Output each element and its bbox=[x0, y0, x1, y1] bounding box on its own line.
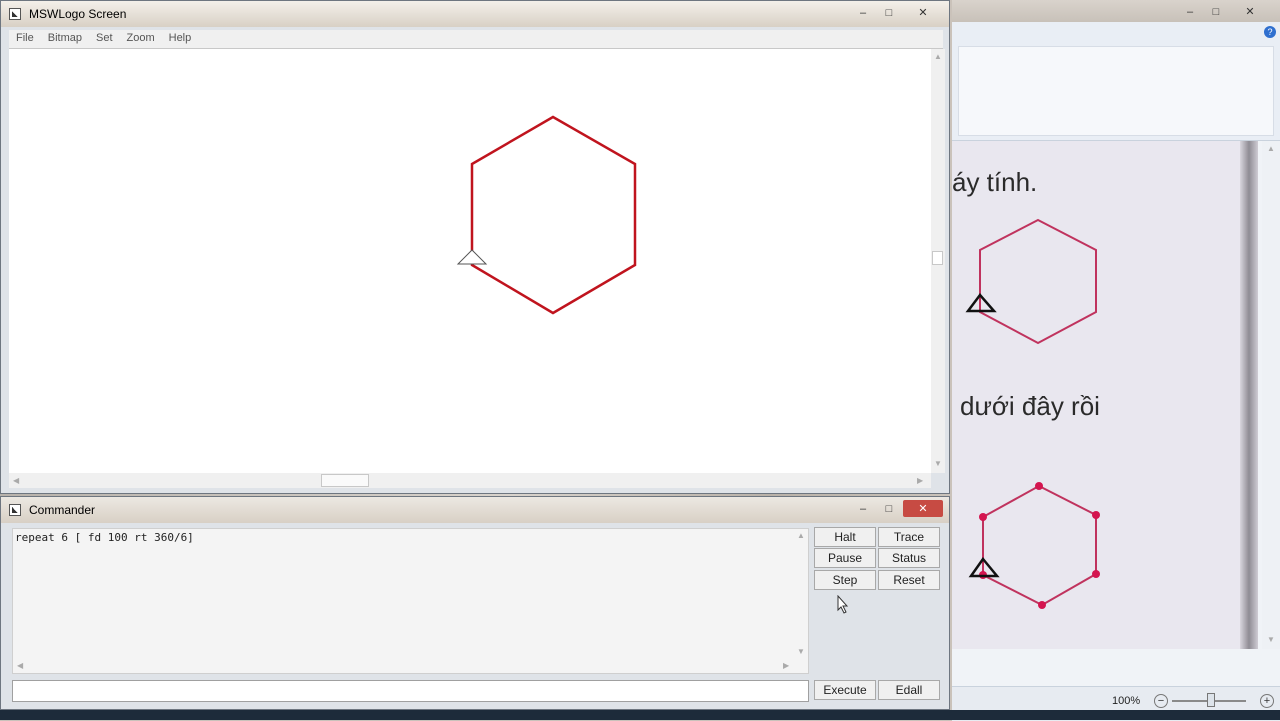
menu-help[interactable]: Help bbox=[162, 30, 199, 48]
turtle-graphics bbox=[456, 115, 637, 315]
menu-file[interactable]: File bbox=[9, 30, 41, 48]
command-input[interactable] bbox=[12, 680, 809, 702]
viewer-vertical-scrollbar[interactable]: ▲ ▼ bbox=[1262, 141, 1280, 649]
canvas-vertical-scrollbar[interactable]: ▲ ▼ bbox=[931, 49, 945, 473]
ribbon-pane bbox=[958, 46, 1274, 136]
commander-minimize-button[interactable]: – bbox=[851, 500, 875, 517]
minimize-button[interactable]: – bbox=[851, 4, 875, 21]
viewer-maximize-button[interactable]: □ bbox=[1204, 3, 1228, 20]
trace-button[interactable]: Trace bbox=[878, 527, 940, 547]
history-scroll-right-icon[interactable]: ▶ bbox=[783, 661, 789, 670]
history-entry[interactable]: repeat 6 [ fd 100 rt 360/6] bbox=[15, 531, 194, 544]
zoom-slider-thumb[interactable] bbox=[1207, 693, 1215, 707]
viewer-scroll-down-icon[interactable]: ▼ bbox=[1267, 635, 1275, 644]
book-page-edge bbox=[1240, 141, 1258, 649]
viewer-close-button[interactable]: ✕ bbox=[1230, 3, 1270, 20]
reset-button[interactable]: Reset bbox=[878, 570, 940, 590]
commander-maximize-button[interactable]: □ bbox=[877, 500, 901, 517]
title-bar[interactable]: MSWLogo Screen – □ ✕ bbox=[1, 1, 949, 27]
turtle-icon bbox=[456, 249, 488, 265]
scroll-left-arrow-icon[interactable]: ◀ bbox=[13, 476, 19, 485]
halt-button[interactable]: Halt bbox=[814, 527, 876, 547]
history-scroll-up-icon[interactable]: ▲ bbox=[797, 531, 805, 540]
photo-hexagon-1 bbox=[979, 218, 1097, 345]
canvas-horizontal-scrollbar[interactable]: ◀ ▶ bbox=[9, 473, 931, 488]
taskbar bbox=[0, 710, 1280, 720]
step-button[interactable]: Step bbox=[814, 570, 876, 590]
vertical-scroll-thumb[interactable] bbox=[932, 251, 943, 265]
commander-app-icon bbox=[9, 504, 21, 516]
history-horizontal-scrollbar[interactable]: ◀ ▶ bbox=[13, 659, 794, 673]
command-history-list[interactable] bbox=[12, 528, 809, 674]
menu-zoom[interactable]: Zoom bbox=[120, 30, 162, 48]
image-viewer-window: – □ ✕ ? áy tính. dưới đây rồi ▲ ▼ 100% −… bbox=[952, 0, 1280, 721]
maximize-button[interactable]: □ bbox=[877, 4, 901, 21]
scroll-down-arrow-icon[interactable]: ▼ bbox=[934, 459, 942, 468]
textbook-photo: áy tính. dưới đây rồi bbox=[952, 141, 1258, 649]
history-vertical-scrollbar[interactable]: ▲ ▼ bbox=[794, 529, 808, 659]
edall-button[interactable]: Edall bbox=[878, 680, 940, 700]
mswlogo-window: MSWLogo Screen – □ ✕ File Bitmap Set Zoo… bbox=[0, 0, 950, 494]
commander-title-bar[interactable]: Commander – □ ✕ bbox=[1, 497, 949, 523]
status-button[interactable]: Status bbox=[878, 548, 940, 568]
scroll-up-arrow-icon[interactable]: ▲ bbox=[934, 52, 942, 61]
commander-title: Commander bbox=[29, 503, 96, 517]
viewer-scroll-up-icon[interactable]: ▲ bbox=[1267, 144, 1275, 153]
zoom-out-icon[interactable]: − bbox=[1154, 694, 1168, 708]
commander-close-button[interactable]: ✕ bbox=[903, 500, 943, 517]
viewer-ribbon bbox=[952, 22, 1280, 141]
scroll-right-arrow-icon[interactable]: ▶ bbox=[917, 476, 923, 485]
close-button[interactable]: ✕ bbox=[903, 4, 943, 21]
menu-set[interactable]: Set bbox=[89, 30, 120, 48]
window-title: MSWLogo Screen bbox=[29, 7, 127, 21]
zoom-level: 100% bbox=[1112, 695, 1141, 707]
horizontal-scroll-thumb[interactable] bbox=[321, 474, 369, 487]
menu-bitmap[interactable]: Bitmap bbox=[41, 30, 89, 48]
hexagon-vertex-dots bbox=[979, 482, 1100, 609]
pause-button[interactable]: Pause bbox=[814, 548, 876, 568]
viewer-title-bar[interactable]: – □ ✕ bbox=[952, 0, 1280, 22]
history-scroll-left-icon[interactable]: ◀ bbox=[17, 661, 23, 670]
execute-button[interactable]: Execute bbox=[814, 680, 876, 700]
mouse-cursor-icon bbox=[837, 595, 849, 614]
history-scroll-down-icon[interactable]: ▼ bbox=[797, 647, 805, 656]
app-icon bbox=[9, 8, 21, 20]
zoom-in-icon[interactable]: + bbox=[1260, 694, 1274, 708]
menu-bar: File Bitmap Set Zoom Help bbox=[9, 30, 943, 49]
photo-drawings bbox=[965, 218, 1100, 609]
photo-hexagon-2 bbox=[982, 484, 1097, 607]
viewer-minimize-button[interactable]: – bbox=[1178, 3, 1202, 20]
hexagon-drawing bbox=[470, 115, 637, 315]
drawing-canvas[interactable] bbox=[9, 49, 931, 473]
help-icon[interactable]: ? bbox=[1264, 26, 1276, 38]
